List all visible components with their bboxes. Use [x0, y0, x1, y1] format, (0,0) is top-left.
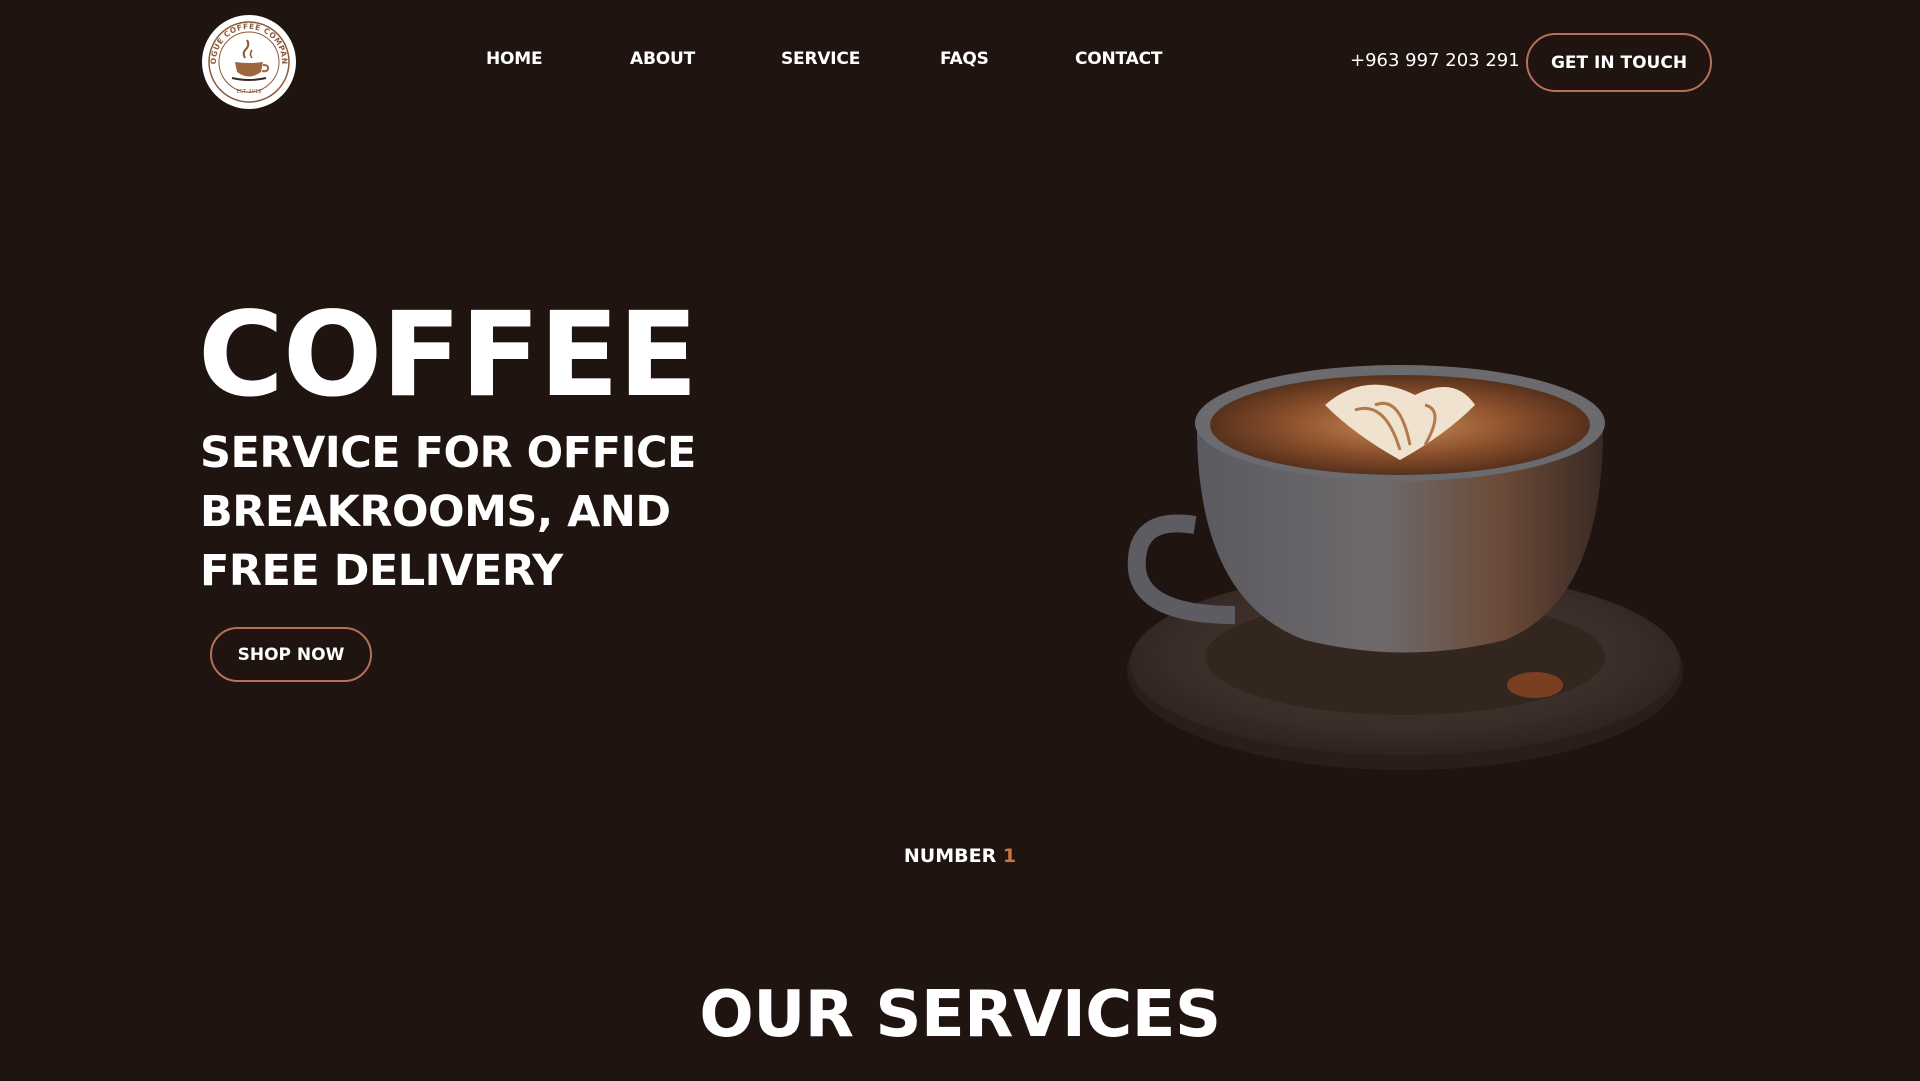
nav-home[interactable]: HOME	[486, 49, 543, 69]
get-in-touch-button[interactable]: GET IN TOUCH	[1526, 33, 1712, 92]
hero-title: COFFEE	[198, 286, 698, 423]
services-heading: OUR SERVICES	[699, 978, 1221, 1052]
ranking-label-text: NUMBER	[903, 845, 997, 867]
site-header: ROGUE COFFEE COMPANY EST. 2019 HOME ABOU…	[0, 0, 1920, 126]
shop-now-button[interactable]: SHOP NOW	[210, 627, 372, 682]
brand-logo[interactable]: ROGUE COFFEE COMPANY EST. 2019	[202, 15, 296, 109]
ranking-value: 1	[1002, 845, 1017, 867]
phone-number[interactable]: +963 997 203 291	[1350, 50, 1520, 71]
nav-about[interactable]: ABOUT	[630, 49, 695, 69]
coffee-cup-latte-art-icon	[1127, 365, 1683, 770]
coffee-logo-icon: ROGUE COFFEE COMPANY EST. 2019	[202, 15, 293, 106]
nav-faqs[interactable]: FAQS	[940, 49, 989, 69]
nav-service[interactable]: SERVICE	[781, 49, 860, 69]
logo-est-text: EST. 2019	[237, 89, 262, 95]
hero-subtitle: SERVICE FOR OFFICE BREAKROOMS, AND FREE …	[200, 428, 696, 596]
ranking-label: NUMBER 1	[0, 845, 1920, 867]
nav-contact[interactable]: CONTACT	[1075, 49, 1162, 69]
